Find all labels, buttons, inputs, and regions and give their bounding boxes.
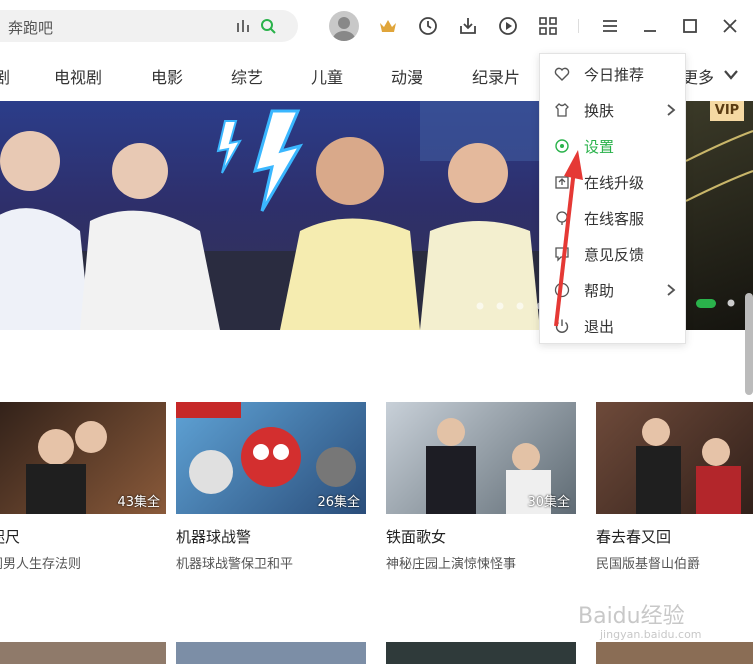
title-bar: 奔跑吧 [0,0,753,54]
card-title[interactable]: 机器球战警 [176,526,251,547]
video-card-thumbnail[interactable] [596,642,753,664]
nav-item-kids[interactable]: 儿童 [311,64,343,88]
episode-badge: 30集全 [527,495,570,510]
episode-badge: 43集全 [117,495,160,510]
episode-badge: 26集全 [317,495,360,510]
menu-item-daily-recommend[interactable]: 今日推荐 [540,56,685,92]
card-title[interactable]: 咫尺 [0,526,20,547]
chevron-down-icon[interactable] [723,68,739,82]
video-card-thumbnail[interactable] [596,402,753,514]
play-icon[interactable] [498,16,518,36]
menu-item-label: 换肤 [584,102,615,120]
card-subtitle: 机器球战警保卫和平 [176,557,294,572]
annotation-arrow [554,150,583,327]
download-icon[interactable] [458,16,478,36]
card-subtitle: 闻男人生存法则 [0,557,82,572]
crown-icon[interactable] [378,16,398,36]
minimize-icon[interactable] [640,16,660,36]
chevron-right-icon [667,104,676,116]
video-card-thumbnail[interactable]: 30集全 [386,402,576,514]
card-subtitle: 民国版基督山伯爵 [596,557,701,572]
nav-item-movies[interactable]: 电影 [151,64,183,88]
video-card-thumbnail[interactable]: 26集全 [176,402,366,514]
vip-badge: VIP [710,101,744,121]
watermark-url: jingyan.baidu.com [600,628,702,641]
chevron-right-icon [667,284,676,296]
shirt-icon [555,103,569,117]
avatar[interactable] [329,11,359,41]
nav-item-drama[interactable]: 剧 [0,64,10,88]
menu-item-label: 退出 [584,318,615,336]
thumbnail-image [636,418,741,514]
video-card-thumbnail[interactable]: 43集全 [0,402,166,514]
menu-item-label: 设置 [584,138,615,156]
nav-item-more[interactable]: 更多 [682,64,714,88]
heart-icon [554,67,570,81]
video-card-thumbnail[interactable] [386,642,576,664]
menu-item-label: 意见反馈 [584,246,645,264]
search-icon[interactable] [260,18,276,34]
menu-item-skin[interactable]: 换肤 [540,92,685,128]
search-box[interactable]: 奔跑吧 [0,10,298,42]
nav-item-anime[interactable]: 动漫 [391,64,423,88]
menu-item-label: 在线升级 [584,174,645,192]
watermark-logo: Baidu经验 [578,604,685,629]
scrollbar[interactable] [745,293,753,395]
nav-item-variety[interactable]: 综艺 [231,64,263,88]
voice-search-icon[interactable] [236,19,250,33]
video-card-thumbnail[interactable] [176,642,366,664]
menu-item-label: 今日推荐 [584,66,645,84]
banner-next-preview[interactable] [686,101,753,330]
toolbar-divider [578,19,579,33]
banner-preview-image [686,130,753,308]
card-title[interactable]: 铁面歌女 [386,526,446,547]
close-icon[interactable] [720,16,740,36]
nav-item-documentary[interactable]: 纪录片 [472,64,520,88]
maximize-icon[interactable] [680,16,700,36]
card-subtitle: 神秘庄园上演惊悚怪事 [386,557,517,572]
nav-item-tv-series[interactable]: 电视剧 [54,64,102,88]
search-input[interactable]: 奔跑吧 [8,17,53,38]
apps-grid-icon[interactable] [538,16,558,36]
menu-item-label: 帮助 [584,282,615,300]
menu-icon[interactable] [600,16,620,36]
video-card-thumbnail[interactable] [0,642,166,664]
card-title[interactable]: 春去春又回 [596,526,671,547]
user-icon [333,17,355,41]
history-icon[interactable] [418,16,438,36]
menu-item-label: 在线客服 [584,210,645,228]
